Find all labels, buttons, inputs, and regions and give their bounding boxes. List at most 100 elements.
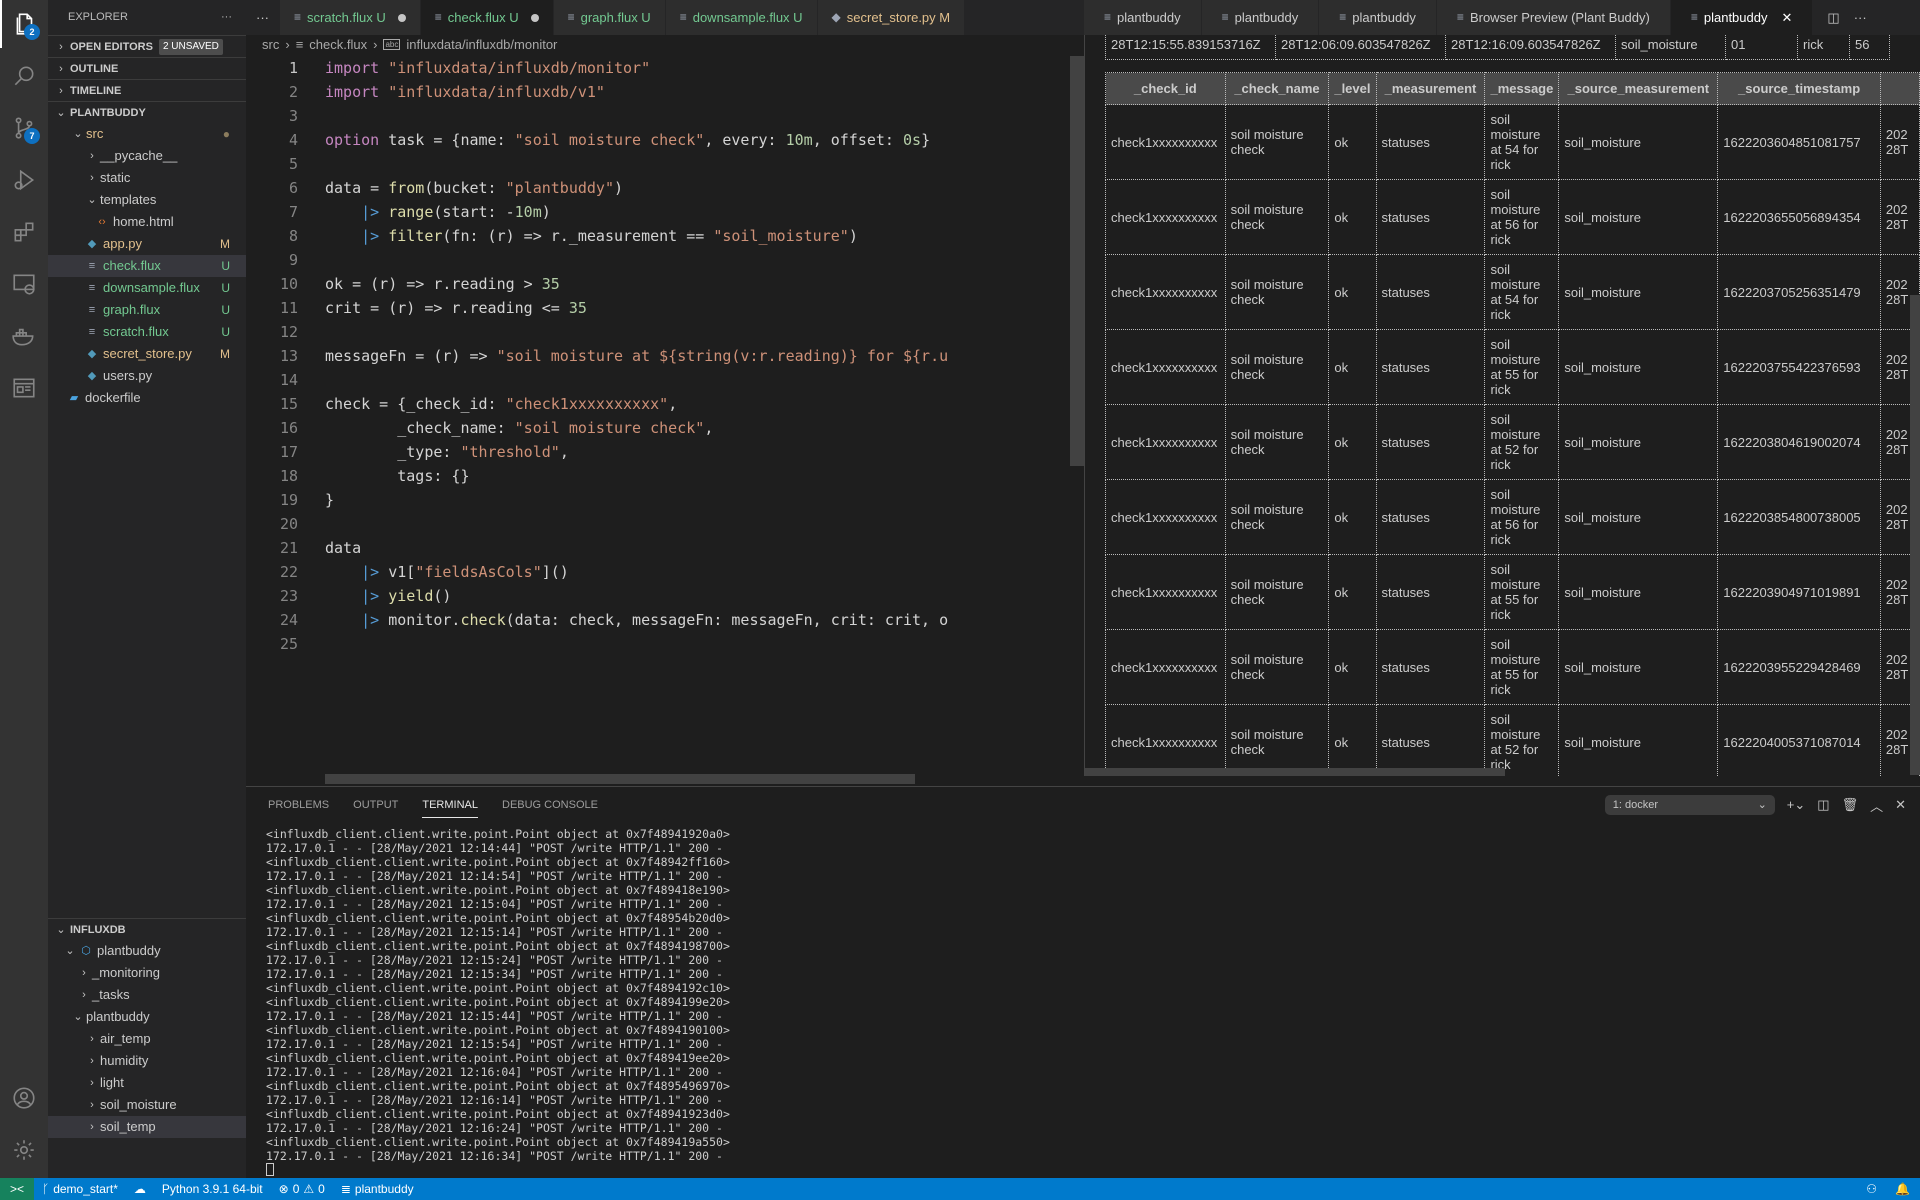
notifications-bell-icon[interactable]: 🔔 [1895,1182,1910,1196]
close-tab-icon[interactable]: ✕ [1781,0,1792,35]
editor-tab[interactable]: ≡ scratch.flux U [280,0,421,35]
result-cell: 1622203904971019891 [1717,554,1881,630]
project-section[interactable]: ⌄ PLANTBUDDY [48,101,246,123]
warning-count: 0 [318,1182,325,1196]
split-terminal-icon[interactable]: ◫ [1817,797,1829,813]
editor-tab[interactable]: ≡ graph.flux U [553,0,666,35]
live-share-icon[interactable]: ⚇ [1866,1182,1877,1196]
problems-status[interactable]: ⊗ 0 ⚠ 0 [271,1182,333,1196]
file-tree-item[interactable]: ◆ secret_store.py M [48,343,246,365]
extensions-icon[interactable] [0,208,48,256]
account-icon[interactable] [0,1074,48,1122]
column-header[interactable]: _measurement [1375,72,1486,105]
branch-status[interactable]: ᚴ demo_start* [34,1182,126,1196]
editor-tab[interactable]: ≡ check.flux U [420,0,554,35]
file-tree-item[interactable]: ≡ check.flux U [48,255,246,277]
file-tree-item[interactable]: ≡ graph.flux U [48,299,246,321]
terminal-output[interactable]: <influxdb_client.client.write.point.Poin… [266,827,730,1179]
preview-tab[interactable]: ≡ plantbuddy ✕ [1670,0,1814,35]
panel-tab[interactable]: DEBUG CONSOLE [502,799,598,818]
influx-tree-item[interactable]: › air_temp [48,1028,246,1050]
influx-tree-item[interactable]: › humidity [48,1050,246,1072]
preview-tab[interactable]: ≡ plantbuddy [1084,0,1202,35]
influx-tree-item[interactable]: ⌄ ⬡ plantbuddy [48,940,246,962]
file-tree-item[interactable]: ⌄ src ● [48,123,246,145]
results-horizontal-scrollbar[interactable] [1085,768,1505,776]
file-tree-item[interactable]: › __pycache__ [48,145,246,167]
breadcrumb-folder[interactable]: src [262,37,279,52]
column-header[interactable]: _level [1328,72,1377,105]
file-tree-item[interactable]: ⌄ templates [48,189,246,211]
code-token: "influxdata/influxdb/v1" [379,83,605,101]
file-name: app.py [103,236,143,251]
file-tree-item[interactable]: ‹› home.html [48,211,246,233]
influx-tree-item[interactable]: › light [48,1072,246,1094]
code-editor[interactable]: 1 import "influxdata/influxdb/monitor" 2 i… [246,56,991,776]
breadcrumb-symbol[interactable]: influxdata/influxdb/monitor [406,37,557,52]
maximize-panel-icon[interactable]: ︿ [1870,796,1883,815]
file-tree-item[interactable]: ≡ scratch.flux U [48,321,246,343]
file-tree-item[interactable]: ◆ users.py [48,365,246,387]
split-editor-icon[interactable]: ◫ [1827,10,1839,26]
unsaved-dot-icon[interactable] [530,13,539,22]
panel-tab[interactable]: TERMINAL [422,799,478,818]
influxdb-label: INFLUXDB [70,923,126,936]
editor-horizontal-scrollbar[interactable] [325,774,915,784]
sync-icon[interactable]: ☁ [126,1182,154,1196]
panel-tab[interactable]: OUTPUT [353,799,398,818]
result-cell: soil moisture check [1224,629,1330,705]
open-editors-section[interactable]: › OPEN EDITORS 2 UNSAVED [48,35,246,57]
influx-tree-item[interactable]: › soil_temp [48,1116,246,1138]
influx-connection[interactable]: ≣ plantbuddy [333,1182,422,1196]
breadcrumb-file[interactable]: check.flux [309,37,367,52]
column-header[interactable] [1879,72,1920,105]
more-actions-button[interactable]: ··· [221,0,232,35]
file-tree-item[interactable]: › static [48,167,246,189]
column-header[interactable]: _check_name [1224,72,1330,105]
preview-tab[interactable]: ≡ plantbuddy [1319,0,1437,35]
trash-icon[interactable]: 🗑 [1842,797,1859,813]
source-control-icon[interactable]: 7 [0,104,48,152]
preview-tab[interactable]: ≡ Browser Preview (Plant Buddy) [1436,0,1671,35]
editor-vertical-scrollbar[interactable] [1070,56,1084,466]
close-panel-icon[interactable]: ✕ [1895,797,1906,813]
influxdb-section[interactable]: ⌄ INFLUXDB [48,918,246,940]
browser-preview-icon[interactable] [0,364,48,412]
run-debug-icon[interactable] [0,156,48,204]
unsaved-dot-icon[interactable] [397,13,406,22]
search-icon[interactable] [0,52,48,100]
new-terminal-icon[interactable]: +⌄ [1787,797,1805,813]
column-header[interactable]: _check_id [1105,72,1226,105]
influx-tree-item[interactable]: › _monitoring [48,962,246,984]
influx-tree-item[interactable]: ⌄ plantbuddy [48,1006,246,1028]
python-interpreter[interactable]: Python 3.9.1 64-bit [154,1182,271,1196]
tabs-overflow-button[interactable]: ··· [246,0,280,35]
unsaved-badge: 2 UNSAVED [158,38,223,55]
terminal-select[interactable]: 1: docker ⌄ [1604,795,1775,815]
column-header[interactable]: _message [1484,72,1560,105]
outline-section[interactable]: › OUTLINE [48,57,246,79]
settings-gear-icon[interactable] [0,1126,48,1174]
panel-tab[interactable]: PROBLEMS [268,799,329,818]
preview-tab[interactable]: ≡ plantbuddy [1201,0,1320,35]
file-tree-item[interactable]: ≡ downsample.flux U [48,277,246,299]
remote-indicator-icon[interactable]: >< [0,1178,34,1200]
column-header[interactable]: _source_measurement [1558,72,1719,105]
more-actions-icon[interactable]: ··· [1854,10,1867,25]
explorer-icon[interactable]: 2 [0,0,48,48]
docker-icon[interactable] [0,312,48,360]
file-tree-item[interactable]: ▰ dockerfile [48,387,246,409]
influx-tree-item[interactable]: › soil_moisture [48,1094,246,1116]
code-token: check [460,611,506,629]
editor-tab[interactable]: ≡ downsample.flux U [665,0,818,35]
minimap[interactable] [991,56,1071,776]
timeline-section[interactable]: › TIMELINE [48,79,246,101]
tab-label: check.flux U [447,10,519,25]
remote-explorer-icon[interactable] [0,260,48,308]
column-header[interactable]: _source_timestamp [1717,72,1881,105]
file-tree-item[interactable]: ◆ app.py M [48,233,246,255]
editor-tab[interactable]: ◆ secret_store.py M [817,0,966,35]
influx-tree-item[interactable]: › _tasks [48,984,246,1006]
results-vertical-scrollbar[interactable] [1910,295,1920,775]
tab-label: plantbuddy [1703,10,1768,25]
